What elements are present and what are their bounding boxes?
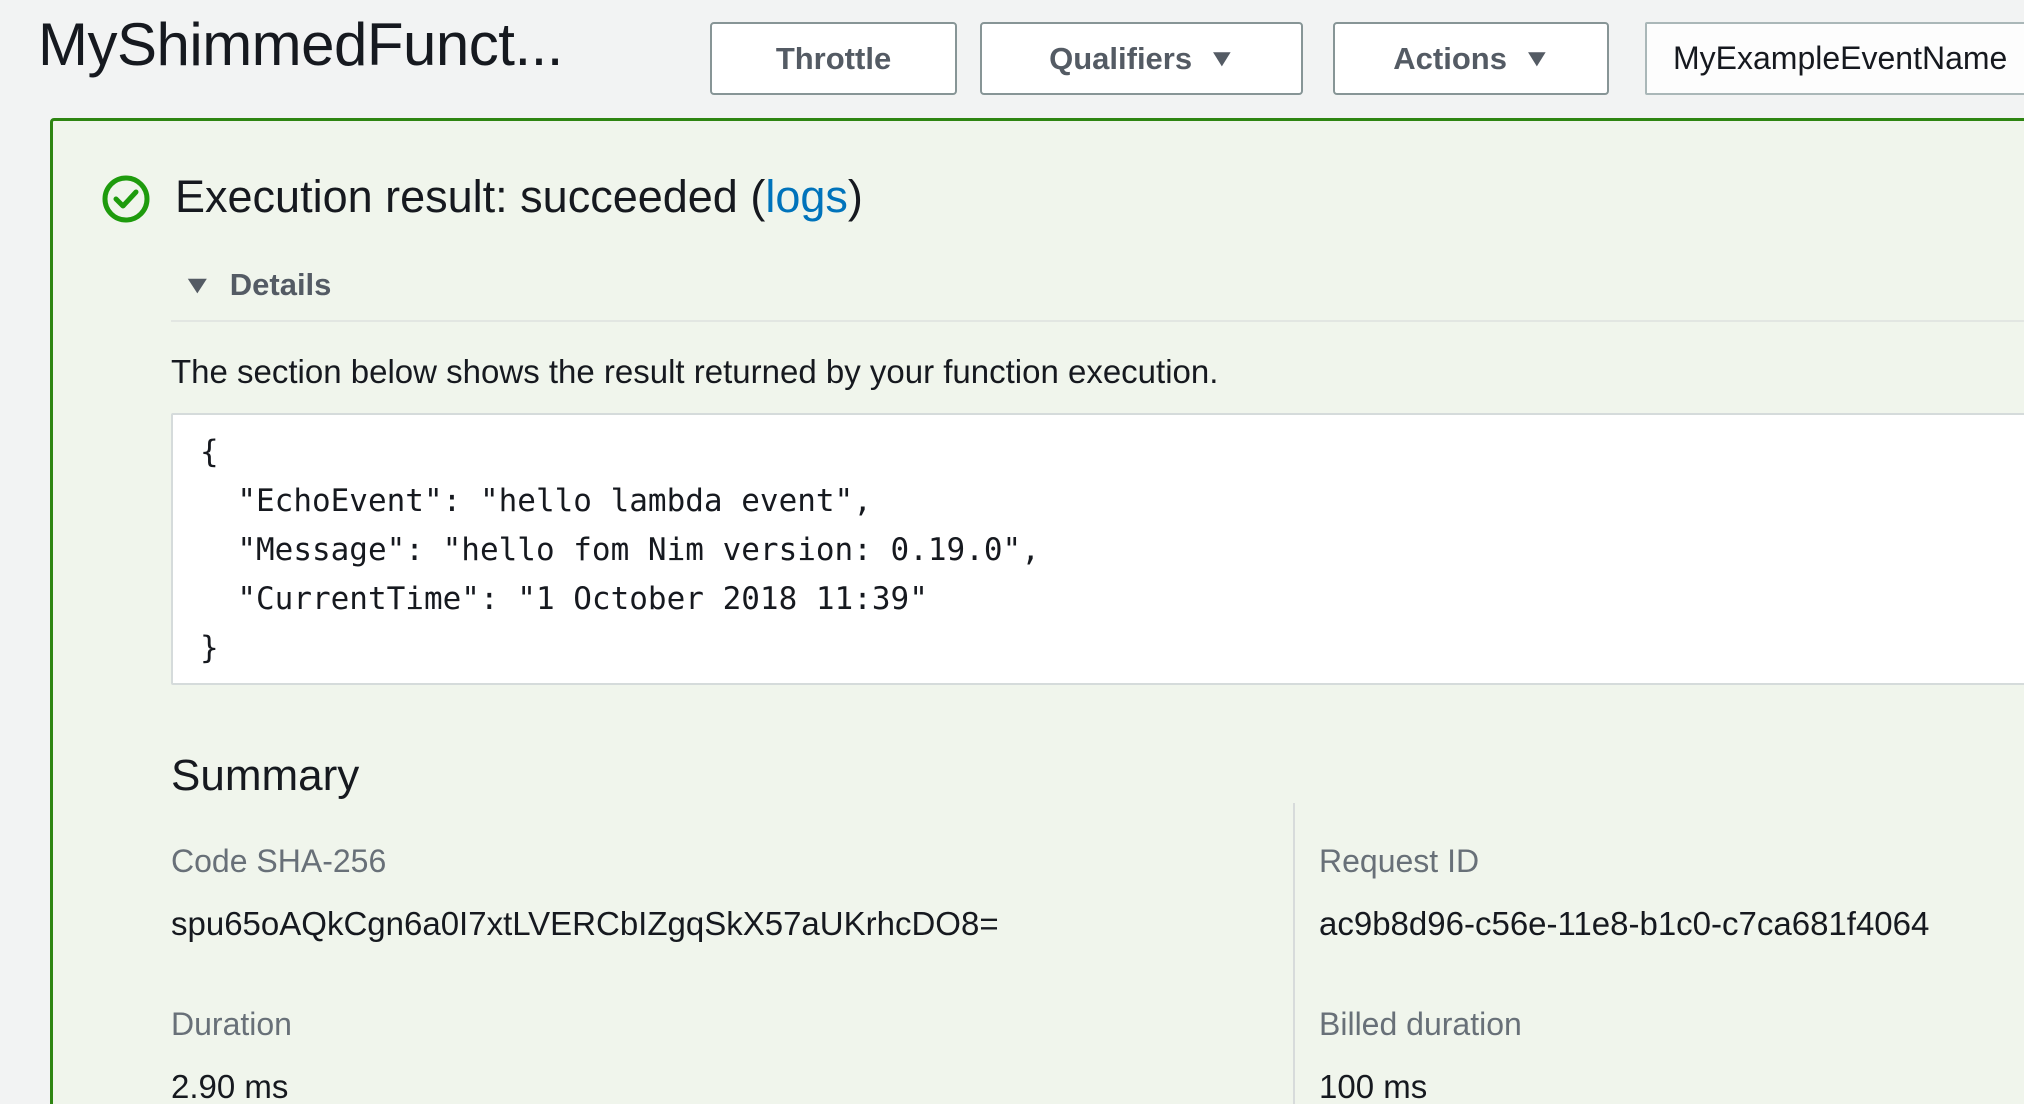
execution-result-output-box: { "EchoEvent": "hello lambda event", "Me… xyxy=(171,413,2024,685)
summary-column-divider xyxy=(1293,803,1295,1104)
details-toggle-label: Details xyxy=(230,267,332,303)
logs-link[interactable]: logs xyxy=(765,171,848,222)
execution-result-heading: Execution result: succeeded (logs) xyxy=(175,171,863,223)
request-id-value: ac9b8d96-c56e-11e8-b1c0-c7ca681f4064 xyxy=(1319,905,1929,943)
qualifiers-dropdown-button[interactable]: Qualifiers ▼ xyxy=(980,22,1303,95)
details-separator xyxy=(171,320,2024,322)
code-sha256-value: spu65oAQkCgn6a0I7xtLVERCbIZgqSkX57aUKrhc… xyxy=(171,905,999,943)
result-heading-suffix: ) xyxy=(848,171,863,222)
result-description: The section below shows the result retur… xyxy=(171,353,1218,391)
result-heading-prefix: Execution result: succeeded ( xyxy=(175,171,765,222)
request-id-label: Request ID xyxy=(1319,843,1479,880)
details-toggle[interactable]: ▼ Details xyxy=(185,267,331,303)
execution-result-panel: Execution result: succeeded (logs) ▼ Det… xyxy=(50,118,2024,1104)
billed-duration-value: 100 ms xyxy=(1319,1068,1427,1104)
billed-duration-field: Billed duration 100 ms xyxy=(1319,1006,1522,1043)
triangle-down-icon: ▼ xyxy=(181,271,213,300)
lambda-console-screen: MyShimmedFunct... Throttle Qualifiers ▼ … xyxy=(0,0,2024,1104)
code-sha256-label: Code SHA-256 xyxy=(171,843,386,880)
code-sha256-field: Code SHA-256 spu65oAQkCgn6a0I7xtLVERCbIZ… xyxy=(171,843,386,880)
chevron-down-icon: ▼ xyxy=(1522,45,1552,73)
chevron-down-icon: ▼ xyxy=(1207,45,1237,73)
qualifiers-button-label: Qualifiers xyxy=(1049,41,1192,77)
duration-field: Duration 2.90 ms xyxy=(171,1006,292,1043)
duration-label: Duration xyxy=(171,1006,292,1043)
success-check-icon xyxy=(101,174,151,224)
execution-result-json: { "EchoEvent": "hello lambda event", "Me… xyxy=(200,428,2024,673)
throttle-button[interactable]: Throttle xyxy=(710,22,957,95)
billed-duration-label: Billed duration xyxy=(1319,1006,1522,1043)
request-id-field: Request ID ac9b8d96-c56e-11e8-b1c0-c7ca6… xyxy=(1319,843,1479,880)
actions-dropdown-button[interactable]: Actions ▼ xyxy=(1333,22,1609,95)
duration-value: 2.90 ms xyxy=(171,1068,288,1104)
test-event-select-value: MyExampleEventName xyxy=(1673,40,2007,77)
throttle-button-label: Throttle xyxy=(776,41,891,77)
actions-button-label: Actions xyxy=(1393,41,1507,77)
function-name-title: MyShimmedFunct... xyxy=(38,10,563,79)
summary-heading: Summary xyxy=(171,751,359,801)
test-event-select[interactable]: MyExampleEventName xyxy=(1645,22,2024,95)
